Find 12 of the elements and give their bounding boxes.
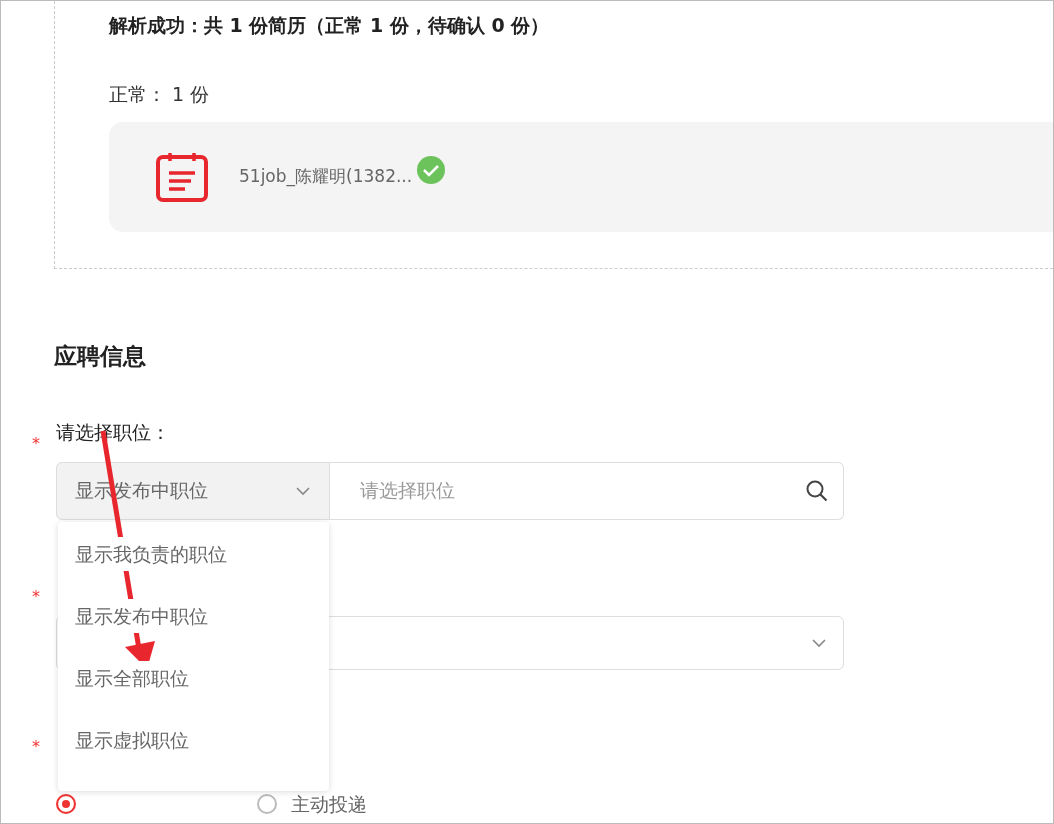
dropdown-option[interactable]: 显示发布中职位 [74, 598, 209, 633]
summary-text: 解析成功：共 1 份简历（正常 1 份，待确认 0 份） [109, 13, 551, 38]
file-card[interactable]: 51job_陈耀明(1382... [109, 122, 1053, 232]
radio-label: 主动投递 [291, 791, 367, 817]
required-mark: * [32, 585, 40, 608]
section-title: 应聘信息 [54, 342, 147, 371]
normal-count: 正常： 1 份 [109, 81, 211, 107]
position-search-field[interactable]: 请选择职位 [330, 461, 844, 520]
file-name: 51job_陈耀明(1382... [239, 165, 413, 189]
required-mark: * [32, 735, 40, 758]
required-mark: * [32, 432, 40, 455]
dropdown-option[interactable]: 显示我负责的职位 [74, 536, 228, 571]
